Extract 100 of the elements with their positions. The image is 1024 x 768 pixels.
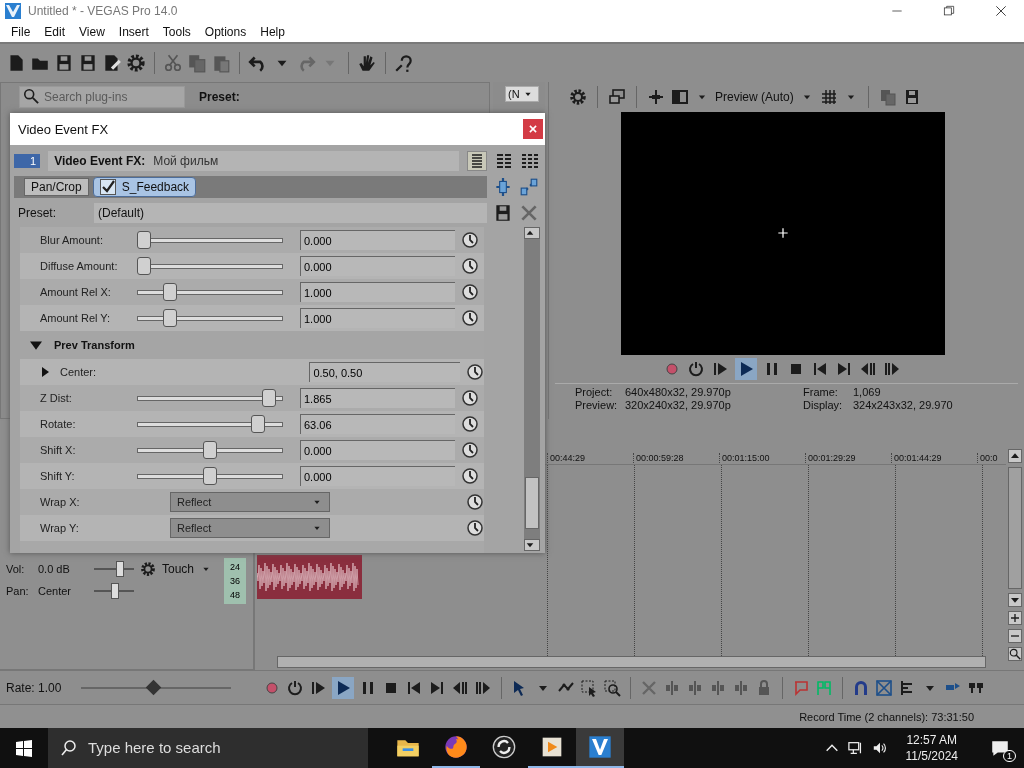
compare-icon[interactable] xyxy=(671,87,689,106)
keyframe-clock-icon[interactable] xyxy=(461,309,479,327)
slider-track[interactable] xyxy=(137,467,283,485)
three-column-view-icon[interactable] xyxy=(521,152,539,170)
save-as-icon[interactable] xyxy=(78,52,98,73)
slider-track[interactable] xyxy=(137,231,283,249)
network-icon[interactable] xyxy=(847,740,864,756)
slider-thumb[interactable] xyxy=(163,283,178,301)
keyframe-clock-icon[interactable] xyxy=(461,467,479,485)
zoom-out-button[interactable] xyxy=(1008,628,1022,643)
slider-track[interactable] xyxy=(137,415,283,433)
marker-icon[interactable] xyxy=(792,678,810,697)
plugin-search-field[interactable]: Search plug-ins xyxy=(19,85,185,108)
pan-slider[interactable] xyxy=(94,582,134,599)
scroll-down-button[interactable] xyxy=(1008,592,1022,607)
menu-item[interactable]: View xyxy=(72,24,112,39)
external-monitor-icon[interactable] xyxy=(608,87,626,106)
slider-thumb[interactable] xyxy=(116,560,125,577)
hand-icon[interactable] xyxy=(357,52,377,73)
scroll-up-button[interactable] xyxy=(1008,448,1022,463)
keyframe-clock-icon[interactable] xyxy=(461,283,479,301)
zoom-icon[interactable] xyxy=(603,678,621,697)
plugin-chain-button[interactable]: S_Feedback xyxy=(92,177,197,197)
keyframe-clock-icon[interactable] xyxy=(461,231,479,249)
value-field[interactable]: 0.000 xyxy=(300,230,455,250)
plugin-chain-icon[interactable] xyxy=(519,177,539,197)
value-field[interactable]: 0.000 xyxy=(300,256,455,276)
keyframe-clock-icon[interactable] xyxy=(466,519,484,537)
preset-dropdown[interactable]: (Default) xyxy=(94,203,487,223)
rate-slider[interactable] xyxy=(81,678,232,697)
value-field[interactable]: 0.50, 0.50 xyxy=(309,362,460,382)
keyframe-clock-icon[interactable] xyxy=(461,389,479,407)
scroll-down-button[interactable] xyxy=(524,539,540,551)
value-field[interactable]: 0.000 xyxy=(300,466,455,486)
slider-thumb[interactable] xyxy=(262,389,277,407)
loop-icon[interactable] xyxy=(686,359,705,378)
horizontal-scrollbar[interactable] xyxy=(277,656,986,669)
slider-thumb[interactable] xyxy=(137,257,151,275)
menu-item[interactable]: Insert xyxy=(111,24,156,39)
slider-track[interactable] xyxy=(137,283,283,301)
slider-track[interactable] xyxy=(137,389,283,407)
settings-icon[interactable] xyxy=(126,52,146,73)
help-icon[interactable] xyxy=(394,52,414,73)
slider-thumb[interactable] xyxy=(203,441,217,459)
zoom-button[interactable] xyxy=(1008,646,1022,661)
menu-item[interactable]: File xyxy=(4,24,38,39)
keyframe-clock-icon[interactable] xyxy=(461,441,479,459)
menu-item[interactable]: Tools xyxy=(155,24,198,39)
crossfade-icon[interactable] xyxy=(875,678,893,697)
value-field[interactable]: 1.000 xyxy=(300,282,455,302)
properties-icon[interactable] xyxy=(102,52,122,73)
loop-icon[interactable] xyxy=(286,678,304,697)
scroll-up-button[interactable] xyxy=(524,227,540,239)
plugin-icon[interactable] xyxy=(493,177,513,197)
keyframe-clock-icon[interactable] xyxy=(461,415,479,433)
collapse-arrow-icon[interactable] xyxy=(30,339,42,351)
save-preset-icon[interactable] xyxy=(493,203,513,223)
scrollbar-thumb[interactable] xyxy=(525,477,539,529)
close-button[interactable] xyxy=(523,119,543,139)
slider-track[interactable] xyxy=(137,257,283,275)
slider-thumb[interactable] xyxy=(111,582,119,599)
slider-thumb[interactable] xyxy=(137,231,151,249)
two-column-view-icon[interactable] xyxy=(495,152,513,170)
slider-track[interactable] xyxy=(137,441,283,459)
audio-clip[interactable] xyxy=(257,554,362,599)
slider-track[interactable] xyxy=(137,309,283,327)
play-button[interactable] xyxy=(734,357,757,380)
dropdown[interactable]: Reflect xyxy=(170,518,330,538)
slider-thumb[interactable] xyxy=(163,309,178,327)
dropdown[interactable]: (N xyxy=(505,85,539,102)
play-button[interactable] xyxy=(332,676,354,699)
slider-thumb[interactable] xyxy=(250,415,265,433)
split-screen-icon[interactable] xyxy=(647,87,665,106)
volume-icon[interactable] xyxy=(871,740,888,756)
value-field[interactable]: 1.865 xyxy=(300,388,455,408)
taskbar-search-field[interactable]: Type here to search xyxy=(48,728,368,768)
value-field[interactable]: 1.000 xyxy=(300,308,455,328)
snapping-icon[interactable] xyxy=(852,678,870,697)
keyframe-clock-icon[interactable] xyxy=(466,363,484,381)
taskbar-app-button[interactable] xyxy=(576,728,624,768)
volume-slider[interactable] xyxy=(94,560,134,577)
settings-icon[interactable] xyxy=(569,87,587,106)
zoom-in-button[interactable] xyxy=(1008,610,1022,625)
gear-icon[interactable] xyxy=(140,560,156,577)
preview-quality-dropdown[interactable]: Preview (Auto) xyxy=(715,89,794,104)
enable-checkbox[interactable] xyxy=(99,179,116,195)
dropdown[interactable]: Reflect xyxy=(170,492,330,512)
menu-item[interactable]: Help xyxy=(253,24,292,39)
selection-icon[interactable] xyxy=(580,678,598,697)
list-view-button[interactable] xyxy=(467,151,487,171)
value-field[interactable]: 0.000 xyxy=(300,440,455,460)
menu-item[interactable]: Edit xyxy=(37,24,73,39)
grid-icon[interactable] xyxy=(819,87,838,106)
menu-item[interactable]: Options xyxy=(197,24,254,39)
plugin-chain-button[interactable]: Pan/Crop xyxy=(24,178,89,196)
save-icon[interactable] xyxy=(54,52,74,73)
vertical-scrollbar[interactable] xyxy=(1008,466,1022,589)
expand-arrow-icon[interactable] xyxy=(40,367,50,377)
keyframe-clock-icon[interactable] xyxy=(466,493,484,511)
slider-thumb[interactable] xyxy=(203,467,217,485)
